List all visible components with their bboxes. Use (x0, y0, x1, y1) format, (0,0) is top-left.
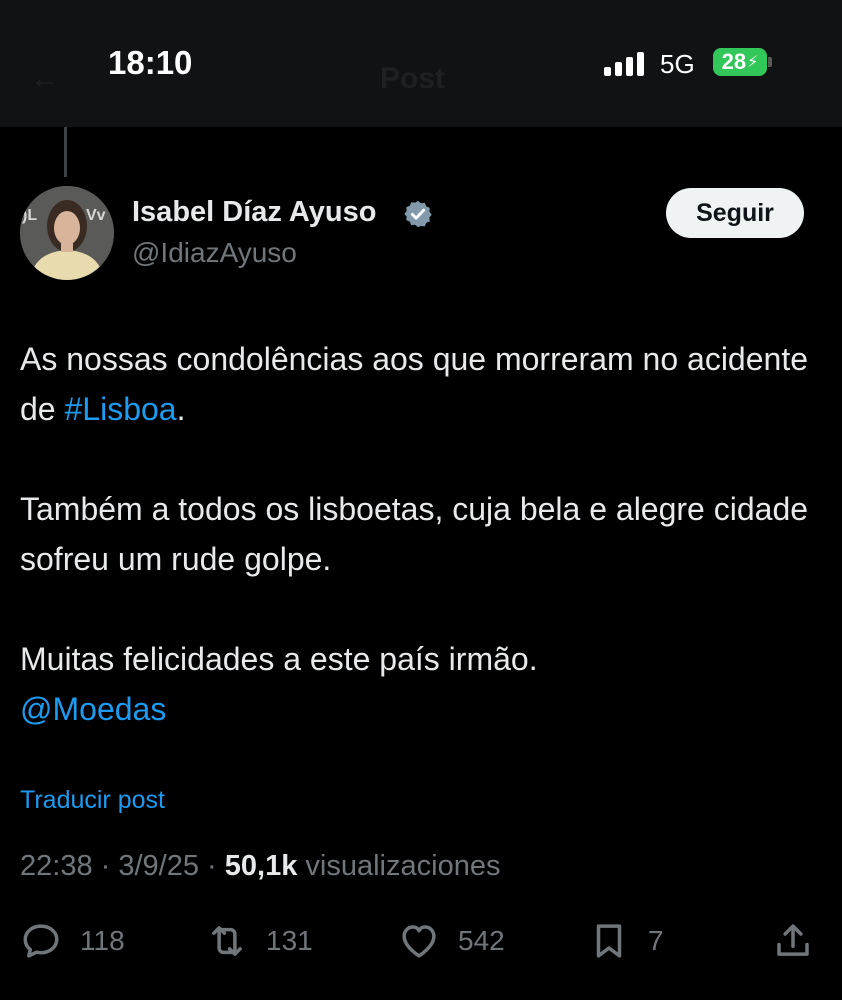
battery-nub (768, 57, 772, 67)
avatar[interactable]: )L Vv (20, 186, 114, 280)
svg-text:)L: )L (22, 207, 37, 224)
tweet-paragraph-3: Muitas felicidades a este país irmão. @Mo… (20, 634, 820, 734)
charging-bolt-icon: ⚡ (747, 54, 759, 71)
meta-separator: · (199, 850, 225, 882)
follow-button[interactable]: Seguir (666, 188, 804, 238)
tweet-text-segment: . (176, 391, 186, 427)
signal-strength-icon (604, 52, 646, 76)
bookmark-icon (596, 924, 622, 958)
verified-badge-icon (404, 200, 432, 228)
meta-separator: · (92, 850, 119, 882)
tweet-paragraph-2: Também a todos os lisboetas, cuja bela e… (20, 491, 809, 577)
author-handle[interactable]: @IdiazAyuso (132, 237, 297, 269)
translate-post-link[interactable]: Traducir post (20, 786, 165, 815)
mention-link[interactable]: @Moedas (20, 691, 166, 727)
tweet-text-segment: Muitas felicidades a este país irmão. (20, 641, 538, 677)
thread-connector-line (64, 127, 67, 177)
heart-icon (402, 925, 436, 958)
like-count: 542 (458, 925, 505, 956)
reply-icon (23, 924, 59, 958)
status-time: 18:10 (108, 44, 193, 81)
post-metadata: 22:38 · 3/9/25 · 50,1k visualizaciones (20, 850, 500, 883)
back-arrow-icon[interactable]: ← (30, 62, 60, 96)
status-bar: ← Post 18:10 5G 28 ⚡ (0, 0, 842, 127)
post-date: 3/9/25 (118, 850, 199, 882)
views-count[interactable]: 50,1k (225, 850, 298, 882)
repost-button[interactable]: 131 (206, 920, 313, 962)
svg-text:Vv: Vv (86, 207, 106, 224)
repost-count: 131 (266, 925, 313, 956)
hashtag-link[interactable]: #Lisboa (64, 391, 176, 427)
battery-level: 28 (721, 49, 747, 74)
page-title: Post (380, 62, 446, 95)
reply-count: 118 (80, 925, 125, 956)
reply-button[interactable]: 118 (20, 920, 125, 962)
like-button[interactable]: 542 (398, 920, 505, 962)
network-type: 5G (660, 49, 695, 79)
battery-icon: 28 ⚡ (713, 48, 767, 76)
repost-icon (212, 926, 242, 956)
views-label: visualizaciones (297, 850, 501, 882)
author-name[interactable]: Isabel Díaz Ayuso (132, 196, 376, 229)
share-icon (777, 924, 809, 956)
avatar-photo: )L Vv (20, 186, 114, 280)
bookmark-button[interactable]: 7 (588, 920, 664, 962)
tweet-paragraph-1: As nossas condolências aos que morreram … (20, 334, 820, 434)
share-button[interactable] (772, 920, 814, 962)
tweet-text: As nossas condolências aos que morreram … (20, 334, 820, 734)
post-time: 22:38 (20, 850, 93, 882)
bookmark-count: 7 (648, 925, 664, 956)
